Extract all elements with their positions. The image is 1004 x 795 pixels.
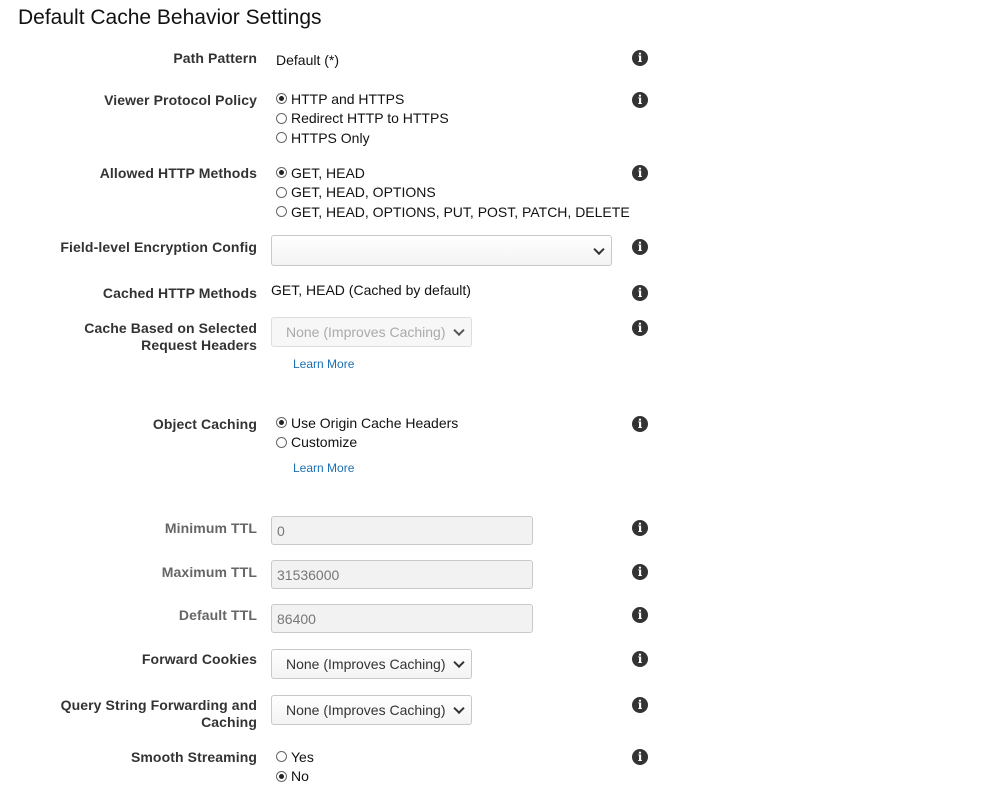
maximum-ttl-input[interactable]: 31536000 (271, 560, 533, 589)
info-icon[interactable]: i (632, 697, 648, 713)
radio-label: GET, HEAD, OPTIONS (291, 184, 436, 201)
path-pattern-label: Path Pattern (173, 50, 257, 66)
radio-button[interactable] (276, 417, 287, 429)
query-string-select[interactable]: None (Improves Caching) (271, 695, 472, 725)
object-caching-learn-more-link[interactable]: Learn More (293, 461, 354, 475)
chevron-down-icon (453, 702, 465, 715)
radio-customize[interactable]: Customize (276, 433, 458, 453)
radio-label: No (291, 768, 309, 785)
cache-headers-select[interactable]: None (Improves Caching) (271, 317, 472, 347)
minimum-ttl-input[interactable]: 0 (271, 516, 533, 545)
info-icon[interactable]: i (632, 416, 648, 432)
radio-button[interactable] (276, 436, 287, 448)
fle-config-select[interactable] (271, 235, 612, 266)
radio-https-only[interactable]: HTTPS Only (276, 128, 449, 148)
radio-get-head[interactable]: GET, HEAD (276, 163, 630, 183)
forward-cookies-selected-value: None (Improves Caching) (286, 656, 446, 672)
maximum-ttl-label: Maximum TTL (161, 564, 257, 580)
radio-http-and-https[interactable]: HTTP and HTTPS (276, 89, 449, 109)
query-string-label-line1: Query String Forwarding and (60, 697, 257, 713)
forward-cookies-select[interactable]: None (Improves Caching) (271, 649, 472, 679)
chevron-down-icon (453, 656, 465, 669)
chevron-down-icon (453, 324, 465, 337)
radio-no[interactable]: No (276, 767, 314, 787)
radio-label: GET, HEAD (291, 164, 365, 181)
radio-label: Customize (291, 434, 358, 451)
allowed-methods-radio-group: GET, HEAD GET, HEAD, OPTIONS GET, HEAD, … (276, 163, 630, 222)
cache-headers-label-line1: Cache Based on Selected (84, 320, 257, 336)
info-icon[interactable]: i (632, 564, 648, 580)
radio-label: Use Origin Cache Headers (291, 414, 459, 431)
radio-label: GET, HEAD, OPTIONS, PUT, POST, PATCH, DE… (291, 203, 630, 220)
radio-yes[interactable]: Yes (276, 747, 314, 767)
info-icon[interactable]: i (632, 239, 648, 255)
info-icon[interactable]: i (632, 749, 648, 765)
info-icon[interactable]: i (632, 285, 648, 301)
cache-headers-label: Cache Based on Selected Request Headers (84, 320, 257, 354)
radio-button[interactable] (276, 186, 287, 198)
radio-all-methods[interactable]: GET, HEAD, OPTIONS, PUT, POST, PATCH, DE… (276, 202, 630, 222)
radio-button[interactable] (276, 167, 287, 179)
allowed-methods-label: Allowed HTTP Methods (99, 165, 257, 181)
viewer-protocol-label: Viewer Protocol Policy (104, 92, 257, 108)
info-icon[interactable]: i (632, 165, 648, 181)
info-icon[interactable]: i (632, 520, 648, 536)
radio-button[interactable] (276, 770, 287, 782)
radio-redirect-http-to-https[interactable]: Redirect HTTP to HTTPS (276, 109, 449, 129)
radio-button[interactable] (276, 132, 287, 144)
chevron-down-icon (593, 243, 605, 255)
query-string-selected-value: None (Improves Caching) (286, 702, 446, 718)
cached-methods-value: GET, HEAD (Cached by default) (271, 282, 471, 298)
info-icon[interactable]: i (632, 607, 648, 623)
info-icon[interactable]: i (632, 651, 648, 667)
cached-methods-label: Cached HTTP Methods (102, 285, 257, 301)
minimum-ttl-label: Minimum TTL (164, 520, 257, 536)
radio-get-head-options[interactable]: GET, HEAD, OPTIONS (276, 183, 630, 203)
radio-label: Yes (291, 748, 314, 765)
info-icon[interactable]: i (632, 50, 648, 66)
default-ttl-label: Default TTL (178, 607, 257, 623)
object-caching-radio-group: Use Origin Cache Headers Customize (276, 413, 458, 452)
fle-config-label: Field-level Encryption Config (60, 239, 257, 255)
radio-label: HTTP and HTTPS (291, 90, 405, 107)
path-pattern-value: Default (*) (276, 52, 340, 68)
info-icon[interactable]: i (632, 320, 648, 336)
radio-button[interactable] (276, 112, 287, 124)
cache-headers-label-line2: Request Headers (141, 337, 257, 353)
forward-cookies-label: Forward Cookies (141, 651, 257, 667)
object-caching-label: Object Caching (152, 416, 257, 432)
radio-button[interactable] (276, 93, 287, 105)
radio-button[interactable] (276, 751, 287, 763)
query-string-label: Query String Forwarding and Caching (61, 697, 257, 731)
page-title: Default Cache Behavior Settings (18, 6, 322, 29)
cache-headers-selected-value: None (Improves Caching) (286, 324, 446, 340)
smooth-streaming-radio-group: Yes No (276, 747, 314, 786)
radio-use-origin-cache-headers[interactable]: Use Origin Cache Headers (276, 413, 458, 433)
viewer-protocol-radio-group: HTTP and HTTPS Redirect HTTP to HTTPS HT… (276, 89, 449, 148)
default-ttl-input[interactable]: 86400 (271, 604, 533, 633)
smooth-streaming-label: Smooth Streaming (130, 749, 257, 765)
cache-headers-learn-more-link[interactable]: Learn More (293, 357, 354, 371)
radio-label: Redirect HTTP to HTTPS (291, 110, 449, 127)
radio-label: HTTPS Only (291, 129, 370, 146)
radio-button[interactable] (276, 206, 287, 218)
query-string-label-line2: Caching (201, 714, 257, 730)
info-icon[interactable]: i (632, 92, 648, 108)
